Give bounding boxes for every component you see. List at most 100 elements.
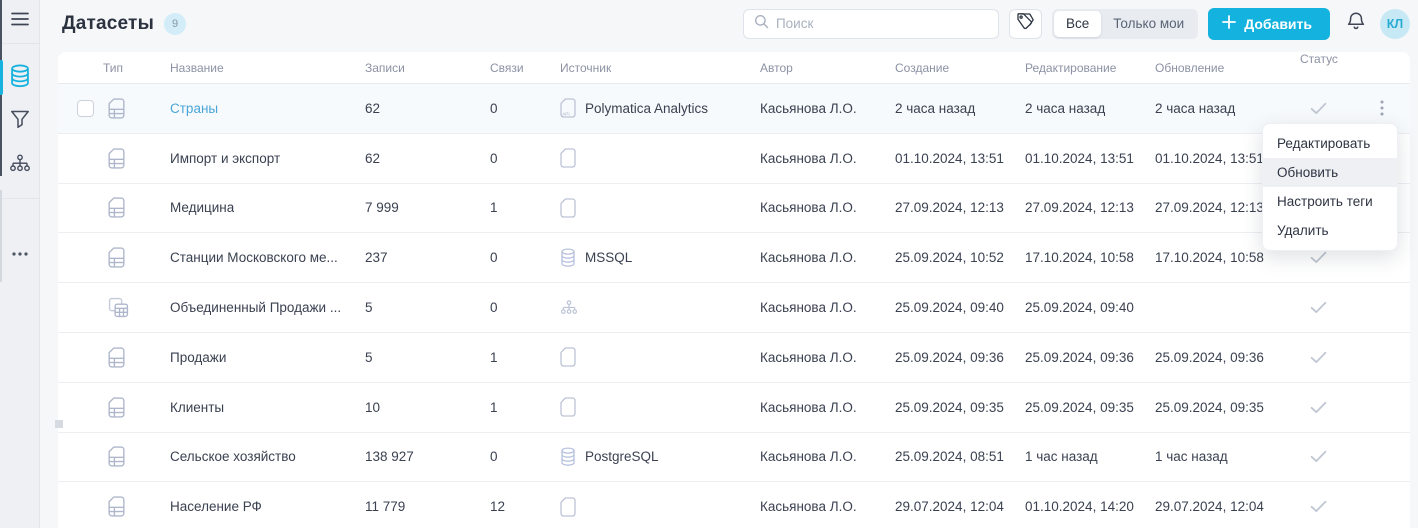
created-cell: 29.07.2024, 12:04 bbox=[895, 499, 1025, 514]
table-row[interactable]: Население РФ11 77912Касьянова Л.О.29.07.… bbox=[58, 482, 1410, 528]
author-cell: Касьянова Л.О. bbox=[760, 499, 895, 514]
name-cell: Объединенный Продажи ... bbox=[170, 300, 365, 315]
row-checkbox[interactable] bbox=[77, 100, 94, 117]
author-cell: Касьянова Л.О. bbox=[760, 200, 895, 215]
context-menu-item-edit[interactable]: Редактировать bbox=[1263, 129, 1397, 158]
row-menu-button[interactable] bbox=[1374, 97, 1390, 119]
table-file-icon bbox=[108, 446, 125, 467]
file-icon bbox=[560, 397, 576, 417]
col-header-updated[interactable]: Обновление bbox=[1155, 61, 1285, 75]
records-cell: 5 bbox=[365, 300, 490, 315]
table-row[interactable]: Клиенты101Касьянова Л.О.25.09.2024, 09:3… bbox=[58, 383, 1410, 433]
toggle-all[interactable]: Все bbox=[1054, 11, 1101, 37]
dataset-name-label[interactable]: Клиенты bbox=[170, 400, 224, 415]
col-header-name[interactable]: Название bbox=[170, 61, 365, 75]
dataset-name-label[interactable]: Сельское хозяйство bbox=[170, 449, 296, 464]
dataset-name-label[interactable]: Станции Московского ме... bbox=[170, 250, 338, 265]
table-file-icon bbox=[108, 197, 125, 218]
col-header-status[interactable]: Статус bbox=[1285, 52, 1410, 83]
author-cell: Касьянова Л.О. bbox=[760, 250, 895, 265]
notifications-button[interactable] bbox=[1344, 12, 1368, 36]
dataset-name-label[interactable]: Население РФ bbox=[170, 499, 262, 514]
author-cell: Касьянова Л.О. bbox=[760, 151, 895, 166]
svg-text:API: API bbox=[562, 112, 569, 117]
created-cell: 25.09.2024, 09:40 bbox=[895, 300, 1025, 315]
links-cell: 0 bbox=[490, 300, 560, 315]
sidebar-item-datasets[interactable] bbox=[0, 56, 40, 100]
bell-icon bbox=[1346, 11, 1366, 37]
toggle-only-mine[interactable]: Только мои bbox=[1101, 11, 1196, 37]
status-cell bbox=[1285, 283, 1410, 332]
dataset-name-label[interactable]: Импорт и экспорт bbox=[170, 151, 280, 166]
table-row[interactable]: Станции Московского ме...2370MSSQLКасьян… bbox=[58, 233, 1410, 283]
created-cell: 2 часа назад bbox=[895, 101, 1025, 116]
source-cell bbox=[560, 148, 760, 168]
sidebar-nav-group bbox=[0, 44, 39, 199]
table-file-icon bbox=[108, 148, 125, 169]
edited-cell: 25.09.2024, 09:40 bbox=[1025, 300, 1155, 315]
context-menu-item-tags[interactable]: Настроить теги bbox=[1263, 187, 1397, 216]
source-cell: APIPolymatica Analytics bbox=[560, 98, 760, 118]
tags-filter-button[interactable] bbox=[1009, 9, 1042, 39]
col-header-records[interactable]: Записи bbox=[365, 61, 490, 75]
name-cell: Станции Московского ме... bbox=[170, 250, 365, 265]
context-menu-item-delete[interactable]: Удалить bbox=[1263, 216, 1397, 245]
check-icon bbox=[1310, 102, 1327, 115]
sidebar-scrollbar-track bbox=[0, 190, 2, 282]
table-body: Страны 62 0 APIPolymatica Analytics Касьянов… bbox=[58, 84, 1410, 528]
status-cell bbox=[1285, 333, 1410, 382]
sidebar-menu-button[interactable] bbox=[0, 0, 40, 44]
table-row[interactable]: Объединенный Продажи ...50Касьянова Л.О.… bbox=[58, 283, 1410, 333]
add-button[interactable]: Добавить bbox=[1208, 8, 1330, 40]
records-cell: 62 bbox=[365, 101, 490, 116]
type-cell bbox=[58, 98, 170, 119]
sidebar-item-more[interactable] bbox=[0, 231, 40, 275]
search-icon bbox=[754, 14, 769, 34]
context-menu-item-refresh[interactable]: Обновить bbox=[1263, 158, 1397, 187]
col-header-author[interactable]: Автор bbox=[760, 61, 895, 75]
table-file-icon bbox=[108, 347, 125, 368]
status-cell bbox=[1285, 482, 1410, 528]
updated-cell: 25.09.2024, 09:36 bbox=[1155, 350, 1285, 365]
table-row[interactable]: Сельское хозяйство138 9270PostgreSQLКась… bbox=[58, 433, 1410, 483]
table-row[interactable]: Продажи51Касьянова Л.О.25.09.2024, 09:36… bbox=[58, 333, 1410, 383]
links-cell: 12 bbox=[490, 499, 560, 514]
table-row[interactable]: Медицина7 9991Касьянова Л.О.27.09.2024, … bbox=[58, 184, 1410, 234]
table-row[interactable]: Страны620APIPolymatica AnalyticsКасьянов… bbox=[58, 84, 1410, 134]
user-avatar[interactable]: КЛ bbox=[1380, 9, 1410, 39]
dataset-name-label[interactable]: Медицина bbox=[170, 200, 234, 215]
links-cell: 0 bbox=[490, 250, 560, 265]
source-name-label: MSSQL bbox=[585, 250, 632, 265]
check-icon bbox=[1310, 500, 1327, 513]
col-header-source[interactable]: Источник bbox=[560, 61, 760, 75]
sidebar-item-filters[interactable] bbox=[0, 100, 40, 144]
file-icon bbox=[560, 148, 576, 168]
datasets-table: Тип Название Записи Связи Источник Автор… bbox=[58, 52, 1410, 528]
source-cell bbox=[560, 497, 760, 517]
col-header-created[interactable]: Создание bbox=[895, 61, 1025, 75]
col-header-type[interactable]: Тип bbox=[58, 61, 170, 75]
links-cell: 0 bbox=[490, 449, 560, 464]
name-cell: Импорт и экспорт bbox=[170, 151, 365, 166]
updated-cell: 25.09.2024, 09:35 bbox=[1155, 400, 1285, 415]
edited-cell: 17.10.2024, 10:58 bbox=[1025, 250, 1155, 265]
dataset-name-link[interactable]: Страны bbox=[170, 101, 218, 116]
search-input[interactable] bbox=[776, 16, 988, 31]
content-scroll-chip bbox=[55, 420, 63, 428]
check-icon bbox=[1310, 450, 1327, 463]
dataset-name-label[interactable]: Продажи bbox=[170, 350, 226, 365]
records-cell: 7 999 bbox=[365, 200, 490, 215]
name-cell: Клиенты bbox=[170, 400, 365, 415]
col-header-links[interactable]: Связи bbox=[490, 61, 560, 75]
type-cell bbox=[58, 446, 170, 467]
name-cell: Сельское хозяйство bbox=[170, 449, 365, 464]
table-row[interactable]: Импорт и экспорт620Касьянова Л.О.01.10.2… bbox=[58, 134, 1410, 184]
col-header-edited[interactable]: Редактирование bbox=[1025, 61, 1155, 75]
sidebar-item-hierarchy[interactable] bbox=[0, 144, 40, 188]
source-cell: PostgreSQL bbox=[560, 447, 760, 467]
check-icon bbox=[1310, 301, 1327, 314]
search-box[interactable] bbox=[743, 9, 999, 39]
dataset-name-label[interactable]: Объединенный Продажи ... bbox=[170, 300, 341, 315]
kebab-icon bbox=[1380, 100, 1384, 116]
active-nav-indicator bbox=[0, 60, 3, 95]
